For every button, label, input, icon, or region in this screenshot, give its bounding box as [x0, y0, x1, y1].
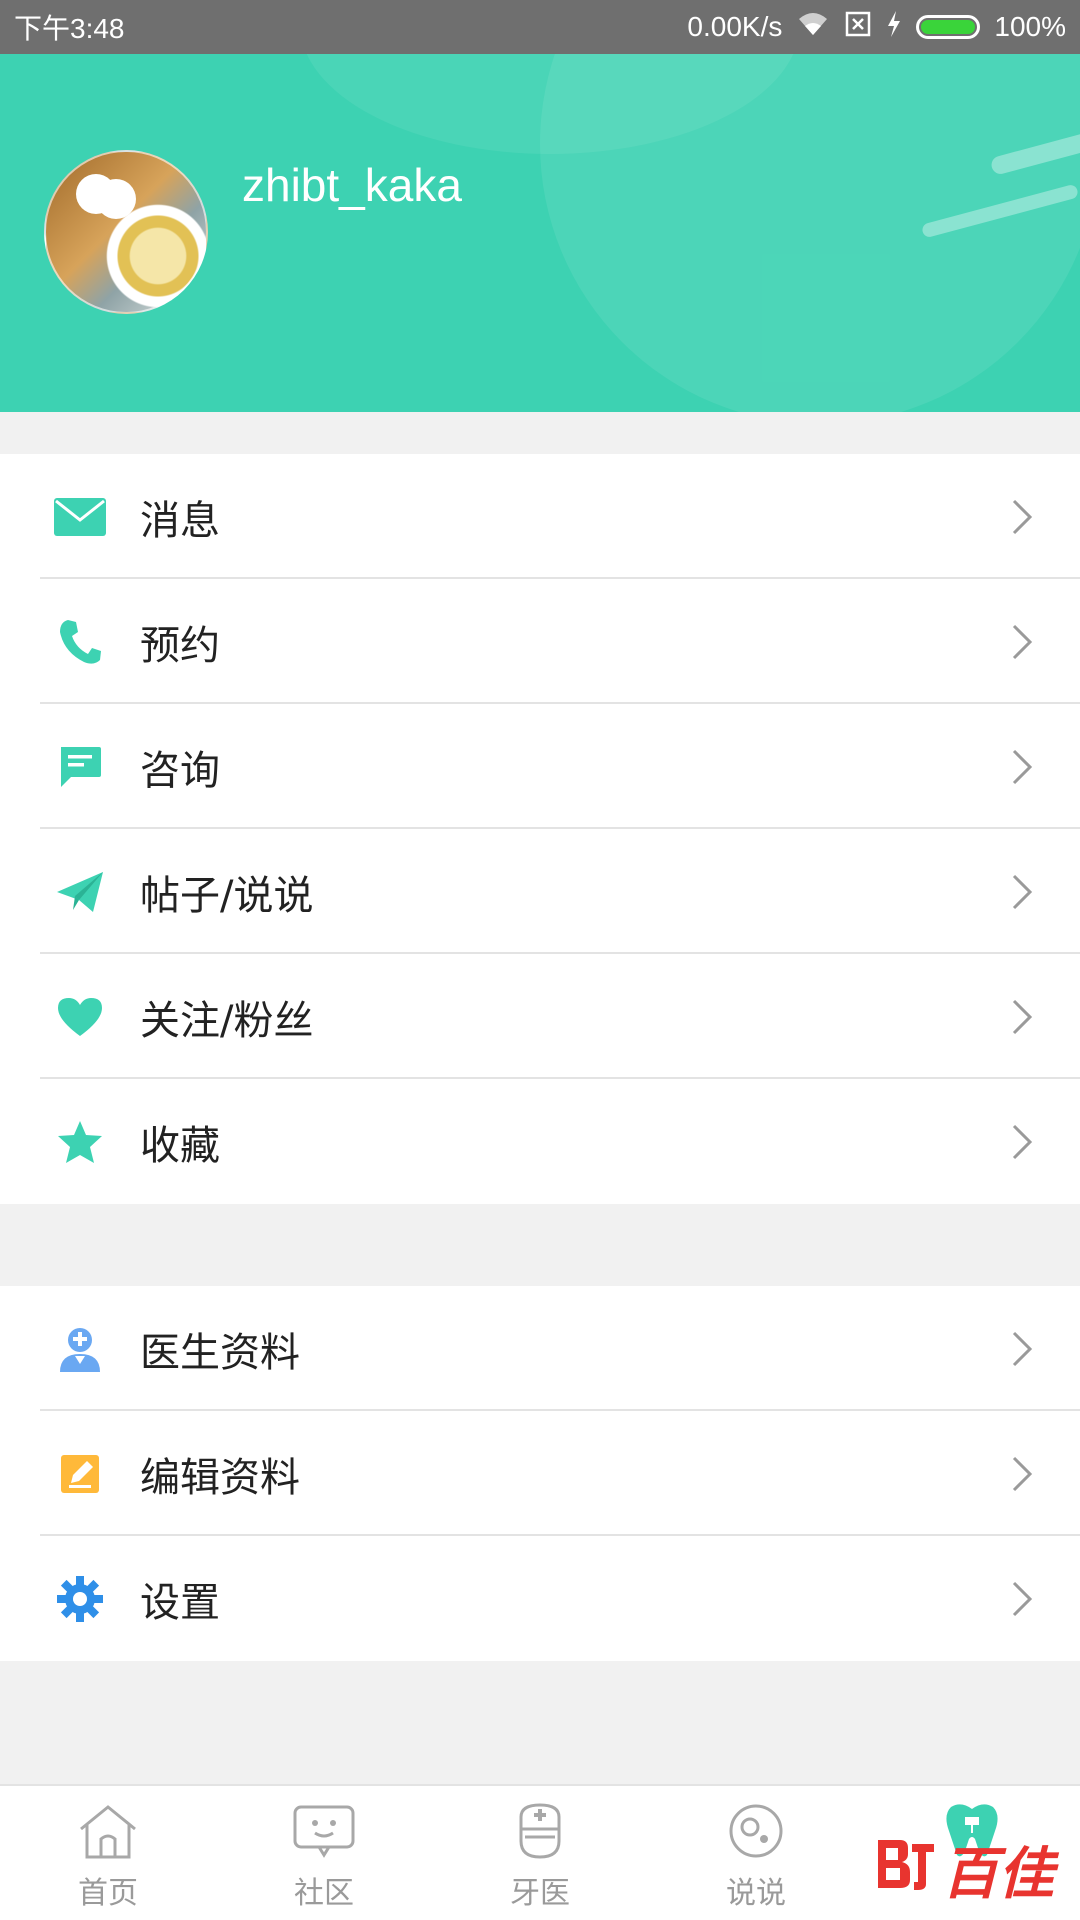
community-icon — [289, 1798, 359, 1864]
chevron-right-icon — [1002, 997, 1042, 1037]
chevron-right-icon — [1002, 622, 1042, 662]
menu-item-appointment[interactable]: 预约 — [0, 579, 1080, 704]
edit-icon — [50, 1444, 110, 1504]
home-icon — [73, 1798, 143, 1864]
menu-item-label: 医生资料 — [140, 1329, 300, 1376]
header-decoration — [540, 54, 1080, 412]
watermark-logo: 百佳 — [874, 1829, 1054, 1910]
chevron-right-icon — [1002, 747, 1042, 787]
menu-item-label: 帖子/说说 — [140, 872, 314, 919]
chevron-right-icon — [1002, 1329, 1042, 1369]
watermark-mark-icon — [874, 1834, 936, 1906]
menu-item-consult[interactable]: 咨询 — [0, 704, 1080, 829]
watermark-text: 百佳 — [942, 1842, 1054, 1907]
gear-icon — [50, 1569, 110, 1629]
menu-group-secondary: 医生资料 编辑资料 设置 — [0, 1286, 1080, 1661]
username[interactable]: zhibt_kaka — [242, 158, 462, 212]
menu-item-label: 预约 — [140, 622, 220, 669]
chevron-right-icon — [1002, 872, 1042, 912]
tab-home[interactable]: 首页 — [0, 1786, 216, 1920]
menu-item-posts[interactable]: 帖子/说说 — [0, 829, 1080, 954]
menu-item-label: 消息 — [140, 497, 220, 544]
tab-label: 说说 — [726, 1876, 786, 1911]
battery-icon — [916, 15, 981, 39]
battery-percent: 100% — [994, 11, 1066, 42]
chevron-right-icon — [1002, 1454, 1042, 1494]
no-sim-icon — [844, 10, 872, 45]
chat-icon — [50, 737, 110, 797]
tab-moments[interactable]: 说说 — [648, 1786, 864, 1920]
menu-item-doctor-profile[interactable]: 医生资料 — [0, 1286, 1080, 1411]
status-time: 下午3:48 — [14, 13, 125, 44]
charging-icon — [886, 10, 902, 45]
tab-label: 社区 — [294, 1876, 354, 1911]
menu-item-edit-profile[interactable]: 编辑资料 — [0, 1411, 1080, 1536]
menu-group-primary: 消息 预约 咨询 帖子/说说 关注/粉丝 收藏 — [0, 454, 1080, 1204]
menu-item-messages[interactable]: 消息 — [0, 454, 1080, 579]
star-icon — [50, 1112, 110, 1172]
chevron-right-icon — [1002, 1579, 1042, 1619]
chevron-right-icon — [1002, 1122, 1042, 1162]
tab-label: 牙医 — [510, 1876, 570, 1911]
network-speed: 0.00K/s — [687, 11, 783, 42]
menu-item-follow[interactable]: 关注/粉丝 — [0, 954, 1080, 1079]
menu-item-label: 收藏 — [140, 1122, 220, 1169]
menu-item-settings[interactable]: 设置 — [0, 1536, 1080, 1661]
heart-icon — [50, 987, 110, 1047]
tab-label: 首页 — [78, 1876, 138, 1911]
menu-item-label: 设置 — [140, 1579, 220, 1626]
paper-plane-icon — [50, 862, 110, 922]
doctor-icon — [50, 1319, 110, 1379]
avatar[interactable] — [44, 150, 208, 314]
mail-icon — [50, 487, 110, 547]
menu-item-favorites[interactable]: 收藏 — [0, 1079, 1080, 1204]
status-icons: 0.00K/s 100% — [687, 10, 1066, 45]
menu-item-label: 咨询 — [140, 747, 220, 794]
chevron-right-icon — [1002, 497, 1042, 537]
dentist-icon — [505, 1798, 575, 1864]
wifi-icon — [796, 11, 830, 44]
tab-community[interactable]: 社区 — [216, 1786, 432, 1920]
avatar-image-detail — [76, 174, 116, 214]
phone-icon — [50, 612, 110, 672]
menu-item-label: 编辑资料 — [140, 1454, 300, 1501]
tab-dentist[interactable]: 牙医 — [432, 1786, 648, 1920]
moments-icon — [721, 1798, 791, 1864]
profile-header: zhibt_kaka — [0, 54, 1080, 412]
status-bar: 下午3:48 0.00K/s 100% — [0, 0, 1080, 54]
menu-item-label: 关注/粉丝 — [140, 997, 314, 1044]
